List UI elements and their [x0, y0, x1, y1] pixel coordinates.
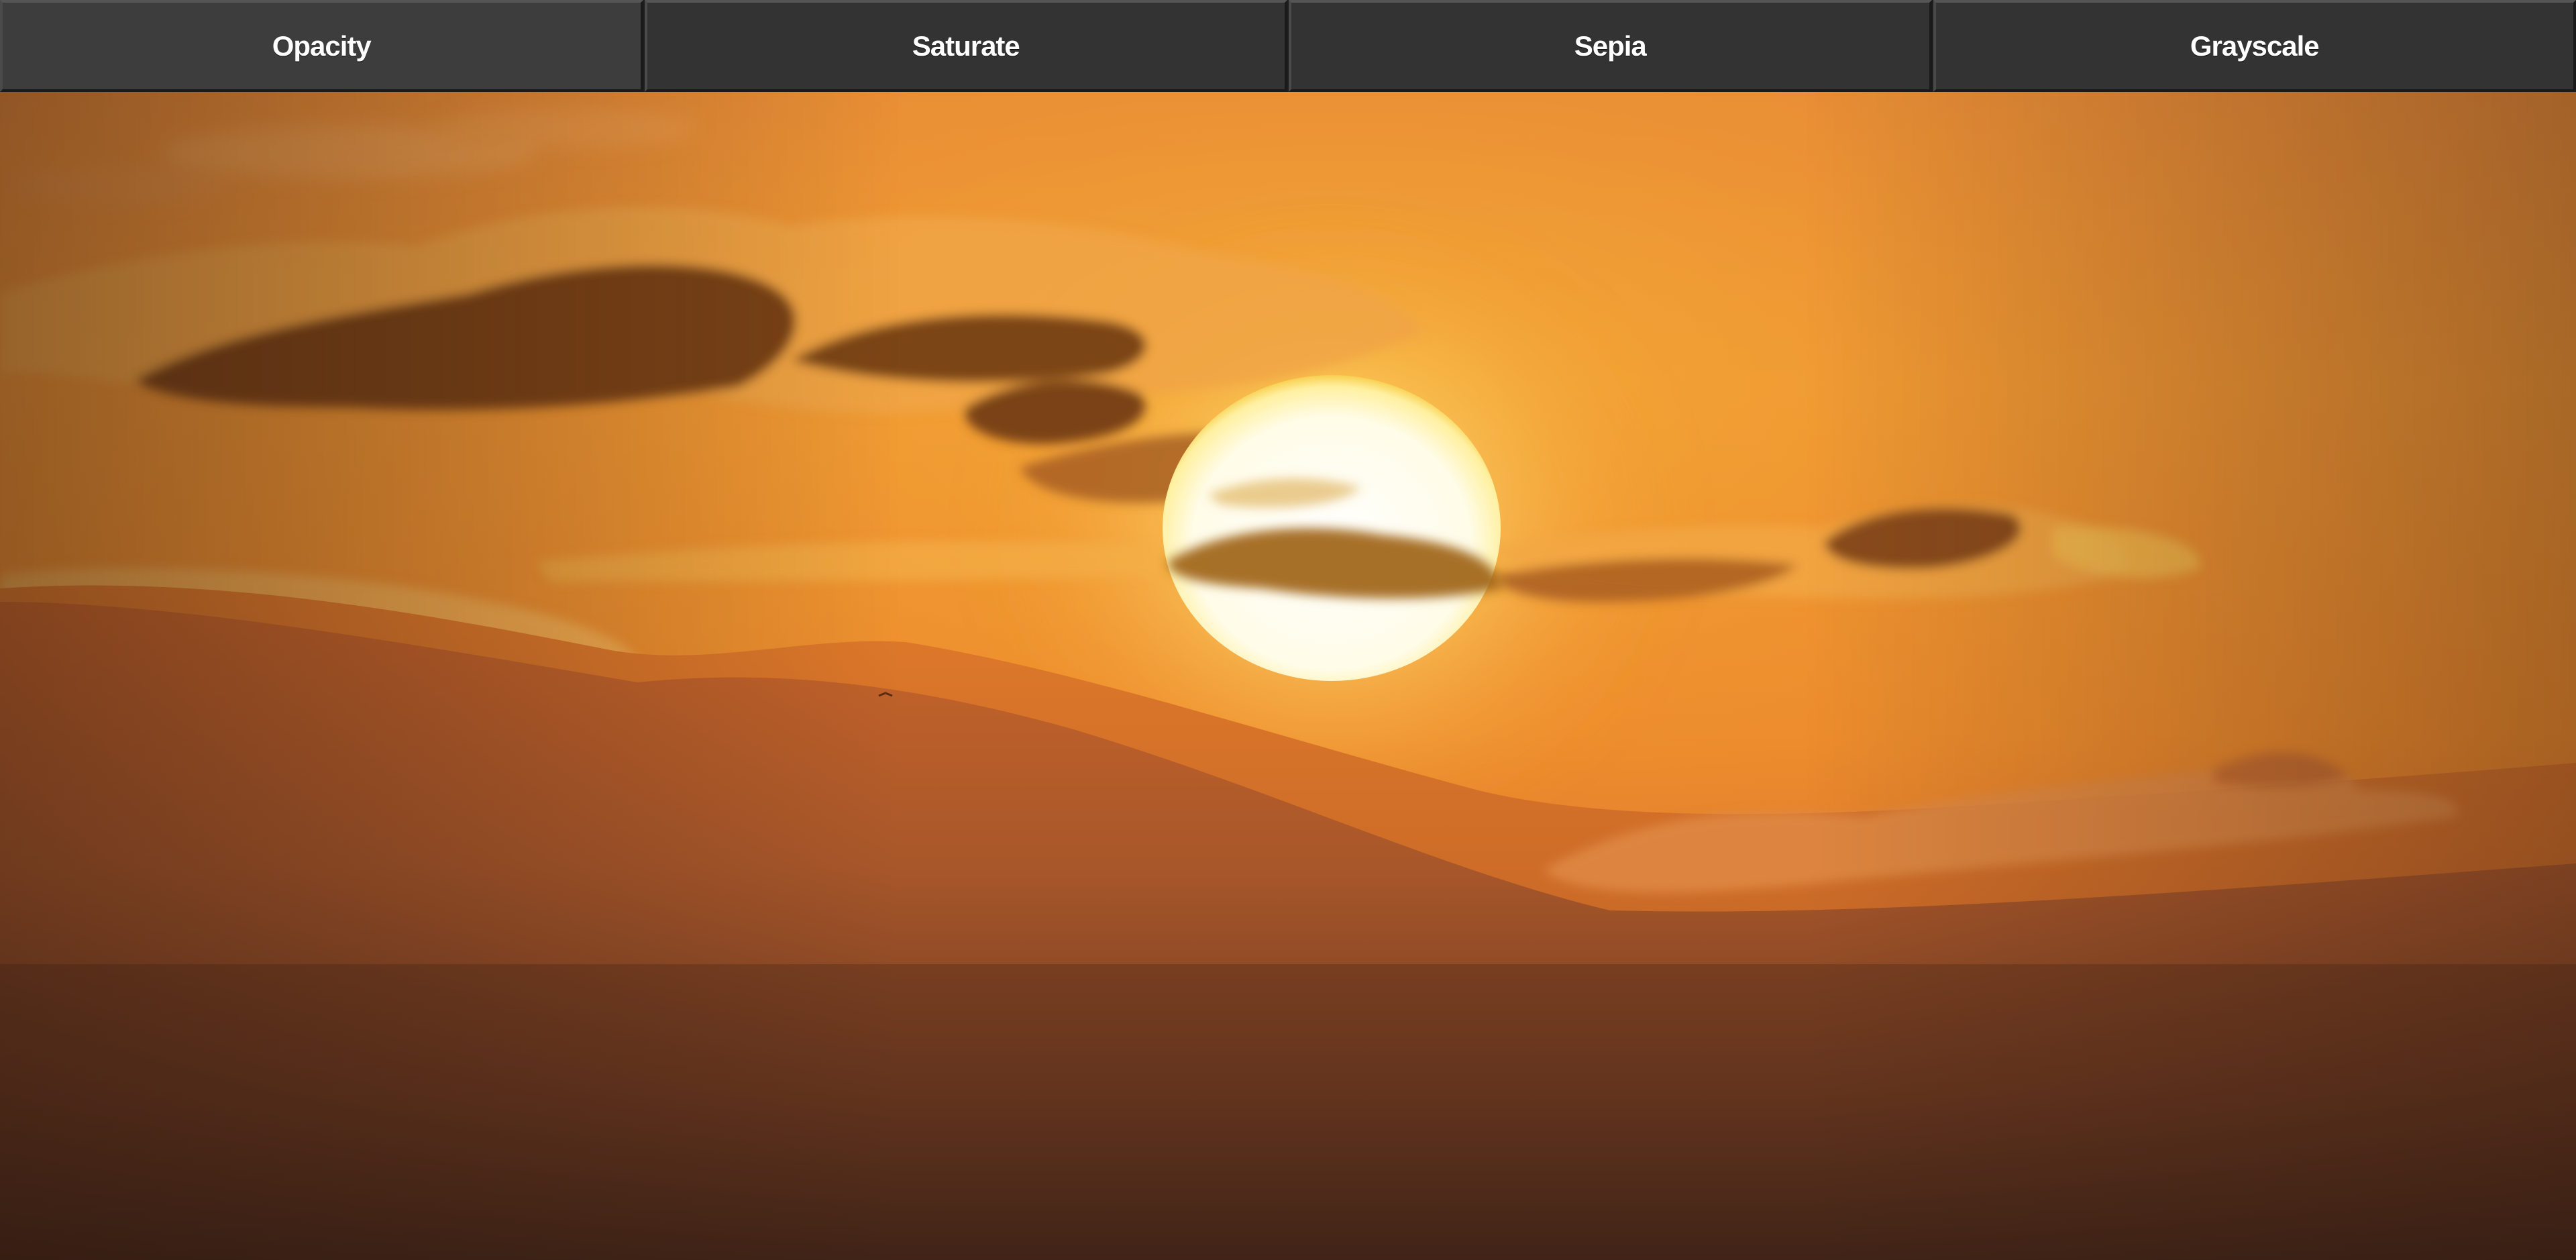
grayscale-button[interactable]: Grayscale: [1933, 0, 2576, 92]
filter-demo-app: Opacity Saturate Sepia Grayscale: [0, 0, 2576, 1260]
saturate-button[interactable]: Saturate: [644, 0, 1287, 92]
sepia-button[interactable]: Sepia: [1289, 0, 1932, 92]
opacity-button[interactable]: Opacity: [0, 0, 643, 92]
sunset-photo: [0, 92, 2576, 1260]
filter-toolbar: Opacity Saturate Sepia Grayscale: [0, 0, 2576, 92]
